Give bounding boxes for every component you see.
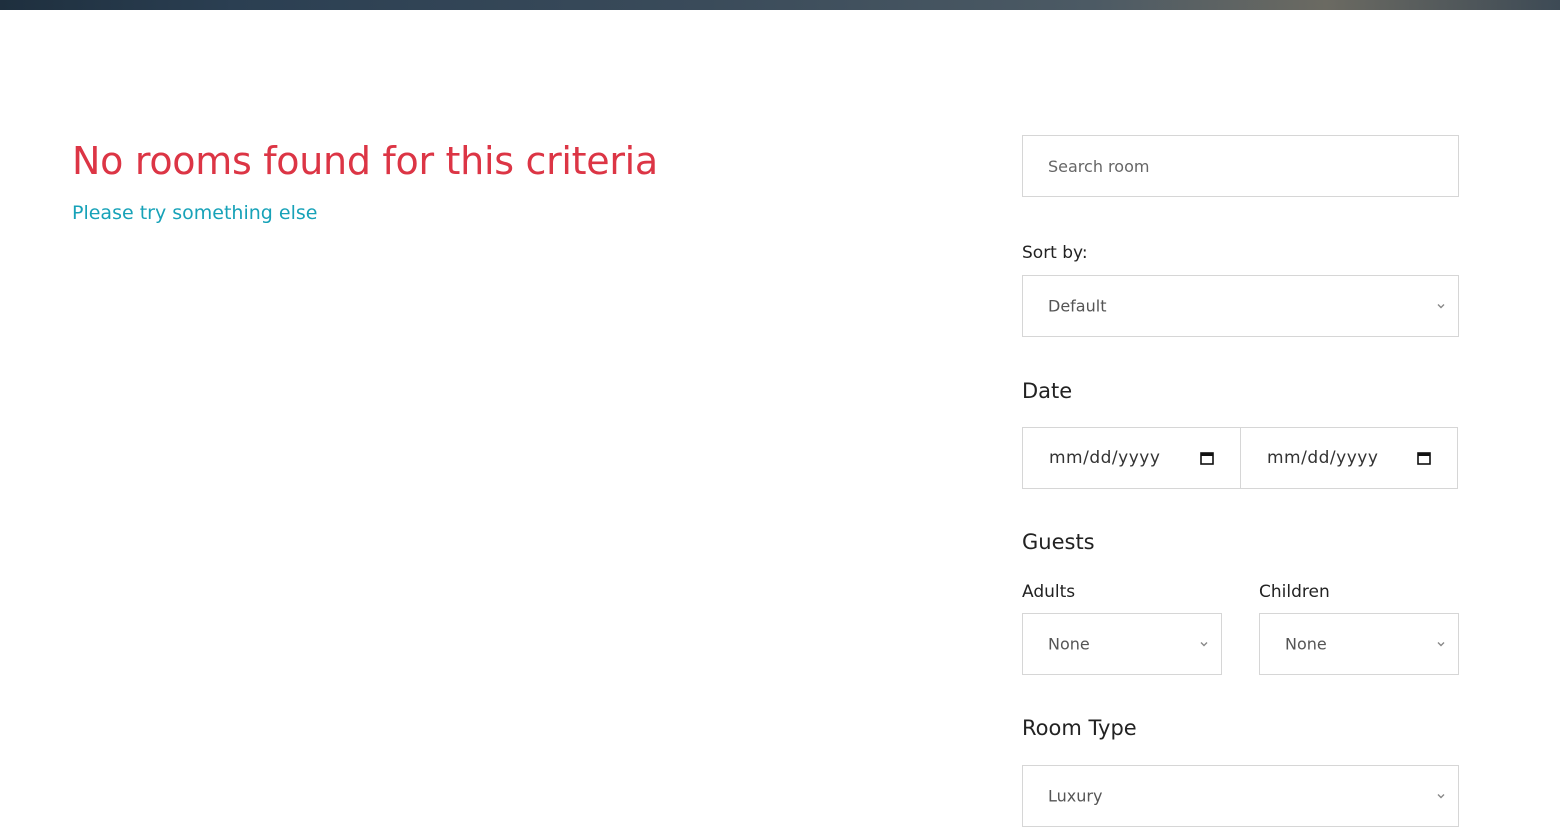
children-label: Children — [1259, 582, 1330, 602]
children-group: Children None — [1259, 580, 1459, 675]
adults-select[interactable]: None — [1022, 613, 1222, 675]
filter-sidebar: Sort by: Default Date mm/dd/yyyy mm/dd/y… — [1022, 135, 1459, 827]
checkout-date-placeholder: mm/dd/yyyy — [1267, 448, 1379, 468]
room-type-selected-value: Luxury — [1048, 786, 1103, 806]
room-type-select[interactable]: Luxury — [1022, 765, 1459, 827]
date-heading: Date — [1022, 379, 1073, 403]
search-input[interactable] — [1023, 136, 1458, 196]
adults-label: Adults — [1022, 582, 1076, 602]
sort-select[interactable]: Default — [1022, 275, 1459, 337]
checkin-date-placeholder: mm/dd/yyyy — [1049, 448, 1161, 468]
checkout-date-input[interactable]: mm/dd/yyyy — [1240, 427, 1458, 489]
adults-group: Adults None — [1022, 580, 1222, 675]
date-range: mm/dd/yyyy mm/dd/yyyy — [1022, 427, 1459, 489]
no-results-title: No rooms found for this criteria — [72, 139, 658, 183]
no-results-subtitle: Please try something else — [72, 202, 318, 224]
children-selected-value: None — [1285, 634, 1327, 654]
calendar-icon[interactable] — [1417, 451, 1431, 465]
sort-selected-value: Default — [1048, 296, 1107, 316]
calendar-icon[interactable] — [1200, 451, 1214, 465]
search-room-field — [1022, 135, 1459, 197]
checkin-date-input[interactable]: mm/dd/yyyy — [1022, 427, 1241, 489]
adults-selected-value: None — [1048, 634, 1090, 654]
children-select[interactable]: None — [1259, 613, 1459, 675]
chevron-down-icon — [1200, 642, 1208, 647]
header-banner-image — [0, 0, 1560, 10]
chevron-down-icon — [1437, 794, 1445, 799]
chevron-down-icon — [1437, 304, 1445, 309]
chevron-down-icon — [1437, 642, 1445, 647]
sort-by-label: Sort by: — [1022, 243, 1088, 263]
guests-heading: Guests — [1022, 530, 1095, 554]
results-area: No rooms found for this criteria Please … — [72, 136, 658, 226]
room-type-heading: Room Type — [1022, 716, 1137, 740]
guests-fields: Adults None Children None — [1022, 580, 1459, 675]
